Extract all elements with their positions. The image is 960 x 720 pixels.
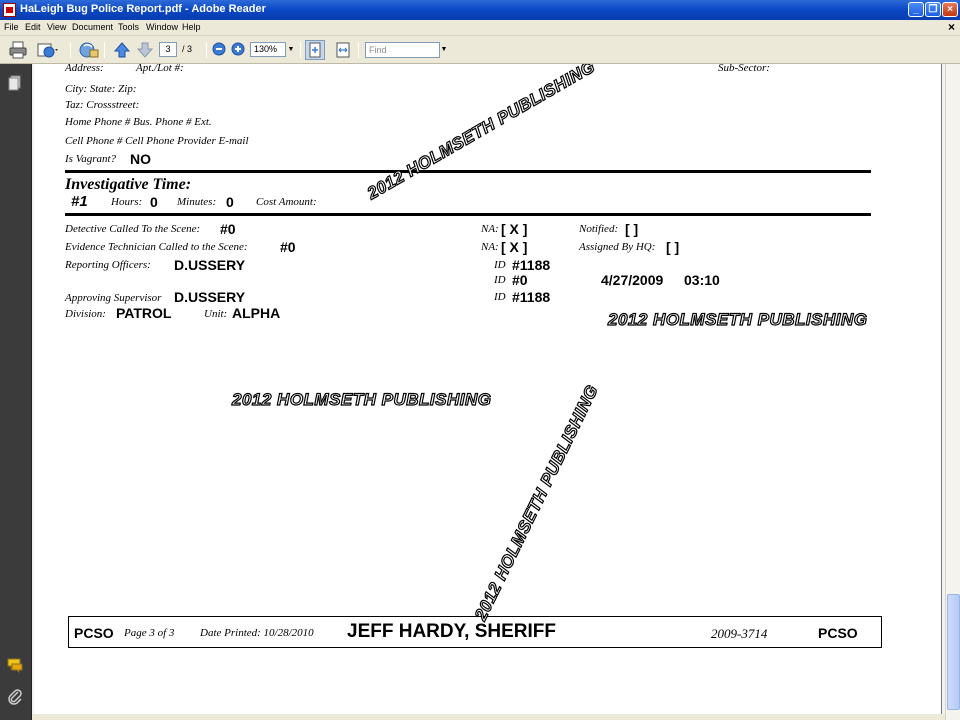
hand-tool-icon[interactable] xyxy=(78,40,99,60)
evidence-tech-value: #0 xyxy=(280,239,296,255)
menu-bar: File Edit View Document Tools Window Hel… xyxy=(0,20,960,36)
email-icon[interactable] xyxy=(36,40,58,60)
page-total: / 3 xyxy=(182,44,193,54)
hours-label: Hours: xyxy=(111,196,143,208)
notified-checkbox: [ ] xyxy=(625,221,639,237)
find-input[interactable]: Find xyxy=(365,42,440,58)
pages-icon[interactable] xyxy=(6,74,24,92)
pdf-app-icon xyxy=(3,3,16,17)
reporting-officers-label: Reporting Officers: xyxy=(65,259,151,271)
pdf-page: Address: Apt./Lot #: Sub-Sector: City: S… xyxy=(34,64,942,714)
investigative-number: #1 xyxy=(71,193,88,210)
menu-tools[interactable]: Tools xyxy=(118,22,139,32)
unit-label: Unit: xyxy=(204,308,228,320)
horizontal-scroll-strip xyxy=(32,714,945,720)
id-label: ID xyxy=(494,259,506,271)
approving-supervisor-label: Approving Supervisor xyxy=(65,292,162,304)
division-value: PATROL xyxy=(116,305,172,321)
na-label: NA: xyxy=(481,223,499,235)
cell-phone-label: Cell Phone # Cell Phone Provider E-mail xyxy=(65,135,249,147)
navigation-pane xyxy=(0,64,32,720)
watermark: 2012 HOLMSETH PUBLISHING xyxy=(607,309,868,329)
prev-page-icon[interactable] xyxy=(112,40,132,60)
approving-supervisor-id: #1188 xyxy=(512,289,551,305)
footer-date-printed: Date Printed: 10/28/2010 xyxy=(200,627,314,639)
print-icon[interactable] xyxy=(8,40,28,60)
page-number-input[interactable]: 3 xyxy=(159,42,177,57)
second-officer-id: #0 xyxy=(512,272,528,288)
menu-view[interactable]: View xyxy=(47,22,66,32)
find-dropdown-icon[interactable]: ▼ xyxy=(440,42,448,58)
assigned-by-hq-label: Assigned By HQ: xyxy=(579,241,656,253)
zoom-dropdown-icon[interactable]: ▼ xyxy=(286,42,296,57)
detective-called-value: #0 xyxy=(220,221,236,237)
reporting-officer-value: D.USSERY xyxy=(174,257,246,273)
id-label: ID xyxy=(494,274,506,286)
address-label: Address: xyxy=(65,64,104,74)
watermark: 2012 HOLMSETH PUBLISHING xyxy=(231,389,492,409)
toolbar: 3 / 3 130% ▼ Find ▼ xyxy=(0,36,960,64)
unit-value: ALPHA xyxy=(232,305,281,321)
id-label: ID xyxy=(494,291,506,303)
vagrant-value: NO xyxy=(130,151,151,167)
vagrant-label: Is Vagrant? xyxy=(65,153,117,165)
detective-na-checkbox: [ X ] xyxy=(501,221,528,237)
title-bar: HaLeigh Bug Police Report.pdf - Adobe Re… xyxy=(0,0,960,20)
document-close-button[interactable]: × xyxy=(948,20,955,34)
report-time: 03:10 xyxy=(684,272,720,288)
minutes-value: 0 xyxy=(226,194,234,210)
scrollbar-thumb[interactable] xyxy=(947,594,960,710)
menu-file[interactable]: File xyxy=(4,22,19,32)
watermark: 2012 HOLMSETH PUBLISHING xyxy=(470,381,602,624)
city-state-zip-label: City: State: Zip: xyxy=(65,83,137,95)
fit-page-icon[interactable] xyxy=(305,40,325,60)
evidence-na-checkbox: [ X ] xyxy=(501,239,528,255)
apt-lot-label: Apt./Lot #: xyxy=(136,64,184,74)
section-divider xyxy=(65,170,871,173)
footer-agency-left: PCSO xyxy=(74,625,114,641)
zoom-level-field[interactable]: 130% xyxy=(250,42,286,57)
minimize-button[interactable]: _ xyxy=(908,2,924,17)
close-button[interactable]: × xyxy=(942,2,958,17)
sub-sector-label: Sub-Sector: xyxy=(718,64,770,74)
report-date: 4/27/2009 xyxy=(601,272,664,288)
assigned-by-hq-checkbox: [ ] xyxy=(666,239,680,255)
footer-agency-right: PCSO xyxy=(818,625,858,641)
notified-label: Notified: xyxy=(579,223,619,235)
na-label: NA: xyxy=(481,241,499,253)
investigative-time-heading: Investigative Time: xyxy=(65,176,192,193)
report-footer: PCSO Page 3 of 3 Date Printed: 10/28/201… xyxy=(68,616,882,648)
document-view[interactable]: Address: Apt./Lot #: Sub-Sector: City: S… xyxy=(32,64,945,714)
minutes-label: Minutes: xyxy=(177,196,217,208)
footer-page-info: Page 3 of 3 xyxy=(124,627,175,639)
approving-supervisor-value: D.USSERY xyxy=(174,289,246,305)
attachments-icon[interactable] xyxy=(6,688,24,706)
fit-width-icon[interactable] xyxy=(333,40,353,60)
zoom-in-icon[interactable] xyxy=(231,42,245,56)
evidence-tech-label: Evidence Technician Called to the Scene: xyxy=(65,241,248,253)
section-divider xyxy=(65,213,871,216)
hours-value: 0 xyxy=(150,194,158,210)
footer-sheriff-name: JEFF HARDY, SHERIFF xyxy=(347,621,557,642)
comments-icon[interactable] xyxy=(6,656,24,674)
maximize-button[interactable]: ❐ xyxy=(925,2,941,17)
reporting-officer-id: #1188 xyxy=(512,257,551,273)
home-phone-label: Home Phone # Bus. Phone # Ext. xyxy=(65,116,212,128)
menu-help[interactable]: Help xyxy=(182,22,201,32)
zoom-out-icon[interactable] xyxy=(212,42,226,56)
division-label: Division: xyxy=(65,308,106,320)
detective-called-label: Detective Called To the Scene: xyxy=(65,223,201,235)
watermark: 2012 HOLMSETH PUBLISHING xyxy=(363,64,599,204)
menu-window[interactable]: Window xyxy=(146,22,178,32)
taz-crossstreet-label: Taz: Crossstreet: xyxy=(65,99,140,111)
footer-case-number: 2009-3714 xyxy=(711,626,768,641)
cost-amount-label: Cost Amount: xyxy=(256,196,317,208)
vertical-scrollbar[interactable] xyxy=(945,64,960,720)
menu-edit[interactable]: Edit xyxy=(25,22,41,32)
next-page-icon[interactable] xyxy=(135,40,155,60)
window-title: HaLeigh Bug Police Report.pdf - Adobe Re… xyxy=(20,3,266,15)
menu-document[interactable]: Document xyxy=(72,22,113,32)
